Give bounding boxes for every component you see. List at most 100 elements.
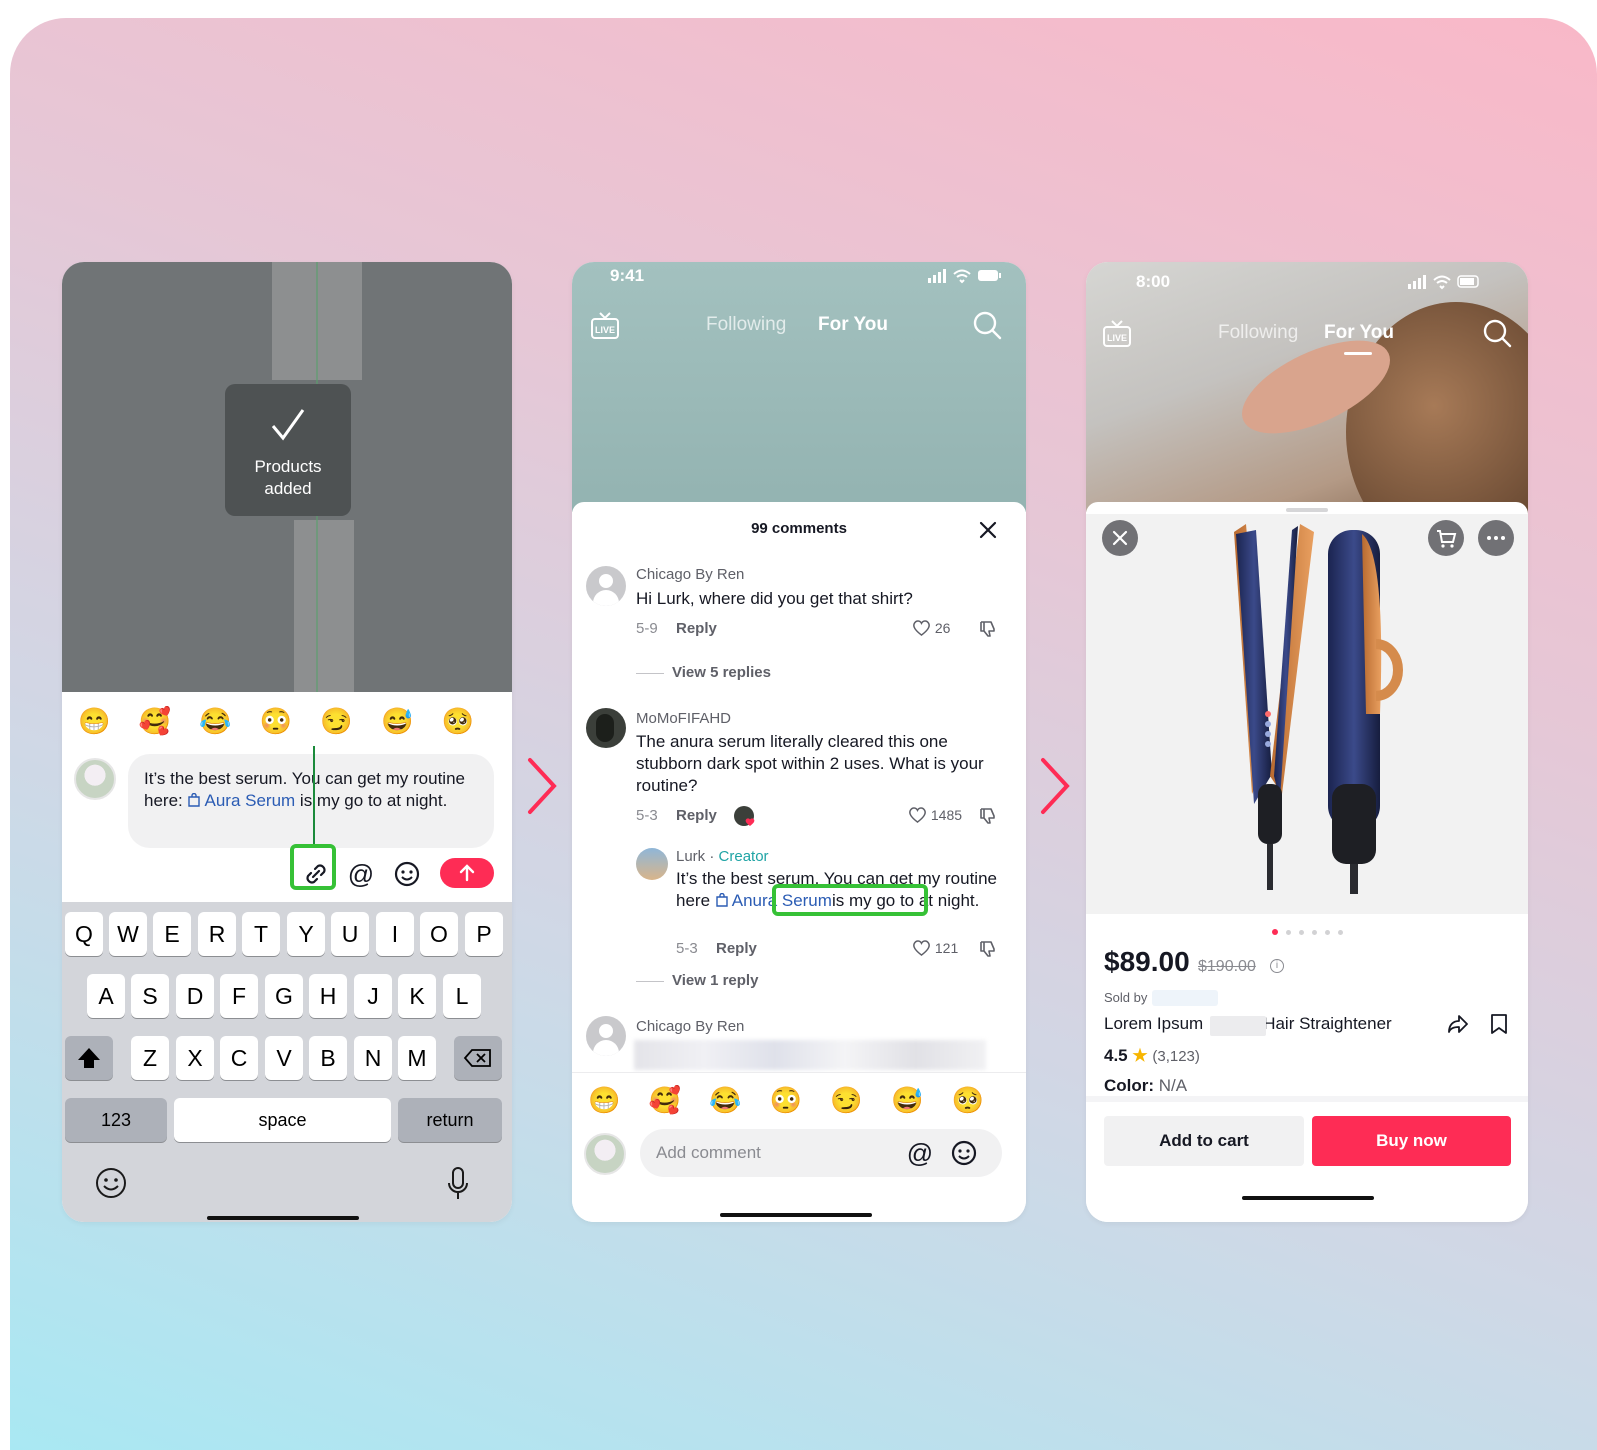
key-i[interactable]: I bbox=[376, 912, 414, 956]
search-icon[interactable] bbox=[972, 310, 1002, 340]
key-r[interactable]: R bbox=[198, 912, 236, 956]
emoji-grin[interactable]: 😁 bbox=[78, 704, 110, 738]
dislike-icon[interactable] bbox=[978, 620, 996, 638]
emoji-smirk[interactable]: 😏 bbox=[830, 1083, 862, 1117]
sheet-grabber[interactable] bbox=[1286, 508, 1328, 512]
microphone-icon[interactable] bbox=[446, 1166, 470, 1209]
buy-now-button[interactable]: Buy now bbox=[1312, 1116, 1511, 1166]
key-q[interactable]: Q bbox=[65, 912, 103, 956]
pagination-dot[interactable] bbox=[1299, 930, 1304, 935]
like-button[interactable]: 26 bbox=[912, 619, 950, 637]
comment-username[interactable]: Lurk · Creator bbox=[676, 848, 769, 865]
product-color[interactable]: Color: N/A bbox=[1104, 1076, 1187, 1096]
backspace-key[interactable] bbox=[454, 1036, 502, 1080]
emoji-pleading[interactable]: 🥺 bbox=[442, 704, 474, 738]
emoji-smirk[interactable]: 😏 bbox=[320, 704, 352, 738]
dislike-icon[interactable] bbox=[978, 807, 996, 825]
send-button[interactable] bbox=[440, 858, 494, 888]
live-icon[interactable]: LIVE bbox=[1102, 320, 1132, 348]
cart-button[interactable] bbox=[1428, 520, 1464, 556]
emoji-flushed[interactable]: 😳 bbox=[260, 704, 292, 738]
return-key[interactable]: return bbox=[398, 1098, 502, 1142]
live-icon[interactable]: LIVE bbox=[590, 312, 620, 340]
key-k[interactable]: K bbox=[398, 974, 436, 1018]
emoji-laugh[interactable]: 😂 bbox=[709, 1083, 741, 1117]
key-l[interactable]: L bbox=[443, 974, 481, 1018]
smile-icon[interactable] bbox=[389, 856, 425, 892]
mention-button[interactable]: @ bbox=[902, 1135, 938, 1171]
comment-username[interactable]: Chicago By Ren bbox=[636, 1018, 744, 1035]
tab-for-you[interactable]: For You bbox=[818, 314, 888, 336]
space-key[interactable]: space bbox=[174, 1098, 391, 1142]
emoji-hearts[interactable]: 🥰 bbox=[649, 1083, 681, 1117]
tab-following[interactable]: Following bbox=[706, 314, 786, 336]
key-a[interactable]: A bbox=[87, 974, 125, 1018]
more-button[interactable] bbox=[1478, 520, 1514, 556]
emoji-keyboard-icon[interactable] bbox=[94, 1166, 128, 1207]
view-replies-link[interactable]: View 1 reply bbox=[636, 972, 758, 989]
key-g[interactable]: G bbox=[265, 974, 303, 1018]
share-icon[interactable] bbox=[1446, 1012, 1470, 1036]
reply-button[interactable]: Reply bbox=[676, 620, 717, 637]
key-x[interactable]: X bbox=[176, 1036, 214, 1080]
avatar[interactable] bbox=[636, 848, 668, 880]
mention-button[interactable]: @ bbox=[343, 856, 379, 892]
emoji-flushed[interactable]: 😳 bbox=[770, 1083, 802, 1117]
emoji-laugh[interactable]: 😂 bbox=[199, 704, 231, 738]
key-s[interactable]: S bbox=[131, 974, 169, 1018]
product-rating[interactable]: 4.5 ★ (3,123) bbox=[1104, 1046, 1200, 1066]
key-j[interactable]: J bbox=[354, 974, 392, 1018]
tab-for-you[interactable]: For You bbox=[1324, 322, 1394, 344]
smile-icon[interactable] bbox=[946, 1135, 982, 1171]
product-link[interactable]: Aura Serum bbox=[187, 791, 295, 810]
key-u[interactable]: U bbox=[331, 912, 369, 956]
key-y[interactable]: Y bbox=[287, 912, 325, 956]
comment-input[interactable]: It’s the best serum. You can get my rout… bbox=[128, 754, 494, 848]
key-n[interactable]: N bbox=[354, 1036, 392, 1080]
pagination-dot[interactable] bbox=[1312, 930, 1317, 935]
reply-button[interactable]: Reply bbox=[676, 807, 717, 824]
add-to-cart-button[interactable]: Add to cart bbox=[1104, 1116, 1304, 1166]
seller-name-blurred[interactable] bbox=[1152, 990, 1218, 1006]
pagination-dot[interactable] bbox=[1325, 930, 1330, 935]
close-icon[interactable] bbox=[978, 520, 998, 540]
comment-username[interactable]: Chicago By Ren bbox=[636, 566, 744, 583]
product-image[interactable] bbox=[1086, 514, 1528, 914]
numbers-key[interactable]: 123 bbox=[65, 1098, 167, 1142]
key-f[interactable]: F bbox=[220, 974, 258, 1018]
emoji-sweat[interactable]: 😅 bbox=[891, 1083, 923, 1117]
key-o[interactable]: O bbox=[420, 912, 458, 956]
pagination-dot[interactable] bbox=[1338, 930, 1343, 935]
avatar[interactable] bbox=[586, 1016, 626, 1056]
pagination-dot[interactable] bbox=[1286, 930, 1291, 935]
shift-key[interactable] bbox=[65, 1036, 113, 1080]
tab-following[interactable]: Following bbox=[1218, 322, 1298, 344]
key-w[interactable]: W bbox=[109, 912, 147, 956]
comment-username[interactable]: MoMoFIFAHD bbox=[636, 710, 731, 727]
key-b[interactable]: B bbox=[309, 1036, 347, 1080]
key-z[interactable]: Z bbox=[131, 1036, 169, 1080]
view-replies-link[interactable]: View 5 replies bbox=[636, 664, 771, 681]
key-e[interactable]: E bbox=[153, 912, 191, 956]
reply-button[interactable]: Reply bbox=[716, 940, 757, 957]
close-button[interactable] bbox=[1102, 520, 1138, 556]
like-button[interactable]: 1485 bbox=[908, 806, 962, 824]
key-c[interactable]: C bbox=[220, 1036, 258, 1080]
emoji-grin[interactable]: 😁 bbox=[588, 1083, 620, 1117]
key-p[interactable]: P bbox=[465, 912, 503, 956]
like-button[interactable]: 121 bbox=[912, 939, 958, 957]
avatar[interactable] bbox=[586, 708, 626, 748]
key-h[interactable]: H bbox=[309, 974, 347, 1018]
emoji-pleading[interactable]: 🥺 bbox=[952, 1083, 984, 1117]
dislike-icon[interactable] bbox=[978, 940, 996, 958]
add-comment-input[interactable]: Add comment @ bbox=[640, 1129, 1002, 1177]
search-icon[interactable] bbox=[1482, 318, 1512, 348]
info-icon[interactable]: i bbox=[1270, 959, 1284, 973]
key-m[interactable]: M bbox=[398, 1036, 436, 1080]
emoji-sweat[interactable]: 😅 bbox=[381, 704, 413, 738]
bookmark-icon[interactable] bbox=[1488, 1012, 1510, 1036]
emoji-hearts[interactable]: 🥰 bbox=[139, 704, 171, 738]
key-v[interactable]: V bbox=[265, 1036, 303, 1080]
pagination-dot[interactable] bbox=[1272, 929, 1278, 935]
key-d[interactable]: D bbox=[176, 974, 214, 1018]
